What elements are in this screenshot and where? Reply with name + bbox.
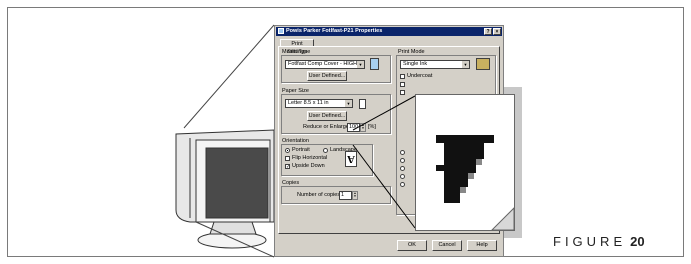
figure-label: FIGURE: [553, 234, 627, 249]
zoom-callout-lines: [352, 95, 416, 229]
figure-number: 20: [630, 234, 645, 249]
upside-down-a-icon: [416, 95, 515, 231]
figure-caption: FIGURE 20: [553, 234, 645, 249]
zoomed-orientation-preview: [408, 87, 522, 238]
